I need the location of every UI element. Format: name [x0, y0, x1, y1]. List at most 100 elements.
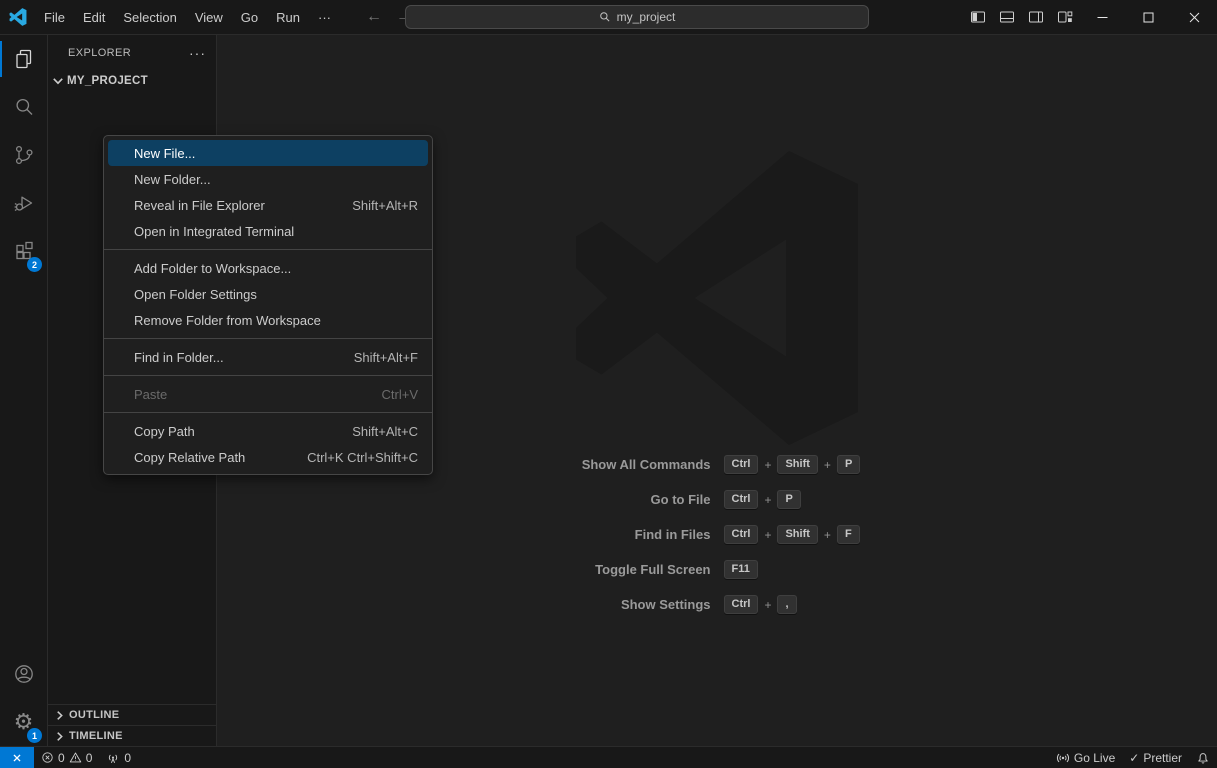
menu-item-reveal-in-file-explorer[interactable]: Reveal in File Explorer Shift+Alt+R: [108, 192, 428, 218]
activity-explorer[interactable]: [0, 35, 47, 83]
menu-item-copy-relative-path[interactable]: Copy Relative Path Ctrl+K Ctrl+Shift+C: [108, 444, 428, 470]
menu-view[interactable]: View: [186, 0, 232, 35]
menu-item-find-in-folder[interactable]: Find in Folder... Shift+Alt+F: [108, 344, 428, 370]
menu-file[interactable]: File: [35, 0, 74, 35]
menu-item-shortcut: Shift+Alt+R: [352, 198, 418, 213]
menu-bar: File Edit Selection View Go Run ···: [35, 0, 340, 34]
search-icon: [12, 95, 36, 119]
outline-section[interactable]: OUTLINE: [48, 704, 216, 725]
run-debug-icon: [12, 191, 36, 215]
keycap: Shift: [777, 455, 817, 474]
menu-item-label: Add Folder to Workspace...: [134, 261, 291, 276]
close-button[interactable]: [1171, 0, 1217, 35]
toggle-panel-icon[interactable]: [993, 4, 1020, 31]
shortcut-label: Go to File: [217, 492, 711, 507]
folder-root-my-project[interactable]: MY_PROJECT: [48, 70, 216, 92]
back-arrow-icon[interactable]: ←: [366, 9, 382, 25]
shortcut-label: Show Settings: [217, 597, 711, 612]
keycap: Shift: [777, 525, 817, 544]
menu-edit[interactable]: Edit: [74, 0, 114, 35]
activity-bar: 2 ⚙ 1: [0, 35, 48, 746]
error-icon: [41, 751, 54, 764]
warning-icon: [69, 751, 82, 764]
toggle-secondary-sidebar-icon[interactable]: [1022, 4, 1049, 31]
shortcut-row: Go to File Ctrl + P: [217, 482, 1217, 517]
plus-separator: +: [824, 458, 831, 472]
remote-icon: [10, 751, 24, 765]
minimize-button[interactable]: [1079, 0, 1125, 35]
chevron-right-icon: [54, 710, 65, 721]
settings-badge: 1: [27, 728, 42, 743]
plus-separator: +: [764, 493, 771, 507]
plus-separator: +: [764, 598, 771, 612]
menu-separator: [104, 249, 432, 250]
menu-item-label: New File...: [134, 146, 195, 161]
shortcut-row: Find in Files Ctrl + Shift + F: [217, 517, 1217, 552]
activity-accounts[interactable]: [0, 650, 47, 698]
keycap: ,: [777, 595, 796, 614]
remote-indicator[interactable]: [0, 747, 34, 768]
activity-extensions[interactable]: 2: [0, 227, 47, 275]
customize-layout-icon[interactable]: [1051, 4, 1078, 31]
files-icon: [12, 47, 36, 71]
keycap: Ctrl: [724, 525, 759, 544]
activity-settings[interactable]: ⚙ 1: [0, 698, 47, 746]
menu-run[interactable]: Run: [267, 0, 309, 35]
status-bar: 0 0 0 Go Live ✓ Prettier: [0, 746, 1217, 768]
keycap: F: [837, 525, 860, 544]
menu-item-copy-path[interactable]: Copy Path Shift+Alt+C: [108, 418, 428, 444]
maximize-button[interactable]: [1125, 0, 1171, 35]
menu-item-add-folder-to-workspace[interactable]: Add Folder to Workspace...: [108, 255, 428, 281]
explorer-context-menu: New File... New Folder... Reveal in File…: [103, 135, 433, 475]
menu-item-label: Open Folder Settings: [134, 287, 257, 302]
activity-search[interactable]: [0, 83, 47, 131]
menu-item-label: Paste: [134, 387, 167, 402]
timeline-label: TIMELINE: [69, 730, 123, 742]
chevron-down-icon: [52, 75, 64, 87]
prettier-status[interactable]: ✓ Prettier: [1122, 747, 1189, 768]
menu-item-new-folder[interactable]: New Folder...: [108, 166, 428, 192]
go-live-button[interactable]: Go Live: [1049, 747, 1122, 768]
menu-item-new-file[interactable]: New File...: [108, 140, 428, 166]
menu-item-remove-folder-from-workspace[interactable]: Remove Folder from Workspace: [108, 307, 428, 333]
bell-icon: [1196, 751, 1210, 765]
vscode-logo-icon: [9, 8, 27, 26]
menu-item-shortcut: Shift+Alt+F: [354, 350, 418, 365]
menu-selection[interactable]: Selection: [114, 0, 185, 35]
menu-separator: [104, 338, 432, 339]
error-count: 0: [58, 751, 65, 765]
toggle-primary-sidebar-icon[interactable]: [964, 4, 991, 31]
menu-separator: [104, 412, 432, 413]
search-value: my_project: [617, 10, 676, 24]
activity-run-debug[interactable]: [0, 179, 47, 227]
problems-indicator[interactable]: 0 0: [34, 747, 99, 768]
plus-separator: +: [764, 458, 771, 472]
ports-indicator[interactable]: 0: [99, 747, 138, 768]
menu-item-label: Copy Relative Path: [134, 450, 245, 465]
title-bar: File Edit Selection View Go Run ··· ← → …: [0, 0, 1217, 35]
menu-item-label: Open in Integrated Terminal: [134, 224, 294, 239]
menu-item-shortcut: Ctrl+V: [382, 387, 418, 402]
notifications-button[interactable]: [1189, 747, 1217, 768]
keycap: P: [777, 490, 800, 509]
menu-item-label: New Folder...: [134, 172, 211, 187]
shortcut-label: Toggle Full Screen: [217, 562, 711, 577]
activity-source-control[interactable]: [0, 131, 47, 179]
search-icon: [599, 11, 611, 23]
ports-count: 0: [124, 751, 131, 765]
keycap: P: [837, 455, 860, 474]
menu-item-open-folder-settings[interactable]: Open Folder Settings: [108, 281, 428, 307]
account-icon: [12, 662, 36, 686]
command-center-search[interactable]: my_project: [405, 5, 869, 29]
menu-item-open-integrated-terminal[interactable]: Open in Integrated Terminal: [108, 218, 428, 244]
outline-label: OUTLINE: [69, 709, 119, 721]
go-live-label: Go Live: [1074, 751, 1115, 765]
shortcut-row: Toggle Full Screen F11: [217, 552, 1217, 587]
shortcut-label: Find in Files: [217, 527, 711, 542]
timeline-section[interactable]: TIMELINE: [48, 725, 216, 746]
explorer-more-actions[interactable]: ···: [189, 45, 206, 61]
vscode-watermark-logo: [567, 148, 867, 448]
menu-more[interactable]: ···: [309, 0, 340, 35]
menu-go[interactable]: Go: [232, 0, 267, 35]
plus-separator: +: [764, 528, 771, 542]
